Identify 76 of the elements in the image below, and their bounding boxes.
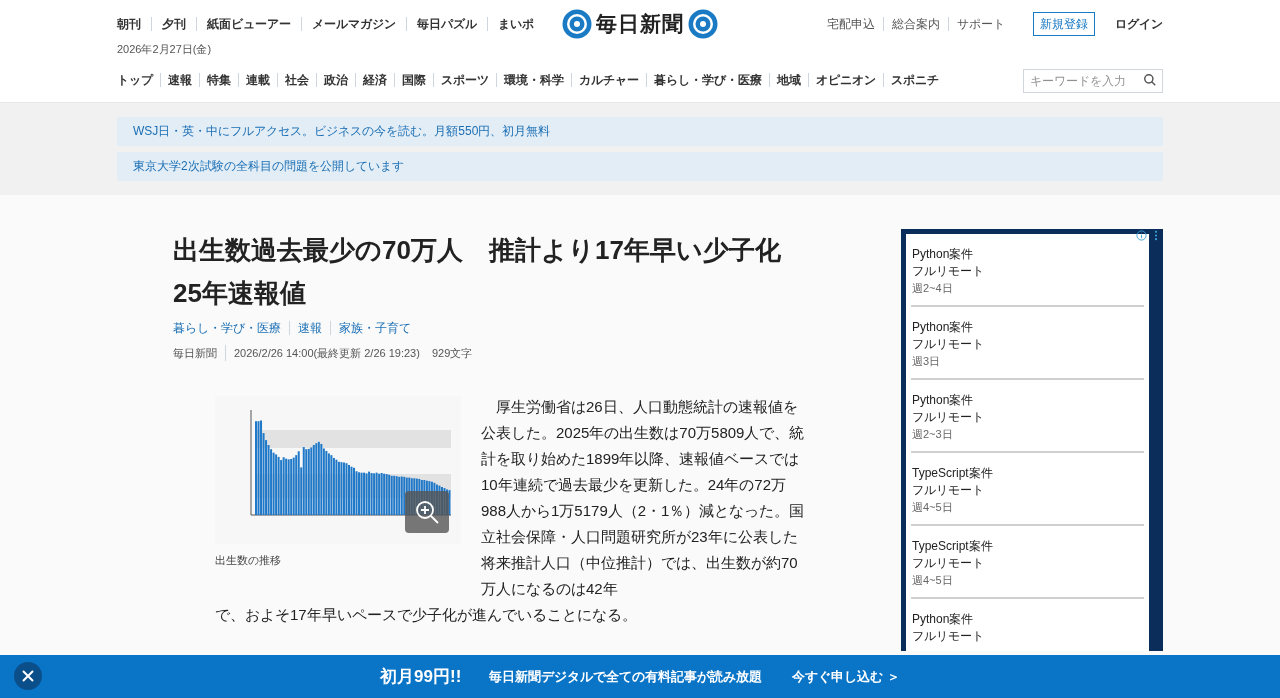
nav-link[interactable]: 国際 — [395, 71, 433, 89]
site-logo[interactable]: 毎日新聞 — [595, 8, 685, 40]
promo-link[interactable]: 東京大学2次試験の全科目の問題を公開しています — [117, 152, 1163, 181]
logo-emblem-icon — [688, 9, 719, 39]
article-body: で、およそ17年早いペースで少子化が進んでいることになる。 — [215, 604, 638, 625]
article-title: 出生数過去最少の70万人 推計より17年早い少子化 25年速報値 — [173, 234, 782, 310]
listing-title: TypeScript案件 — [912, 465, 994, 482]
listing-subtitle: フルリモート — [912, 263, 985, 280]
nav-link[interactable]: 特集 — [200, 71, 238, 89]
listing-subtitle: フルリモート — [912, 336, 985, 353]
tag-link[interactable]: 家族・子育て — [331, 319, 419, 337]
listing-title: Python案件 — [912, 319, 975, 336]
service-link[interactable]: 総合案内 — [884, 15, 948, 33]
top-link[interactable]: メールマガジン — [302, 15, 406, 33]
ad-listing[interactable]: TypeScript案件 フルリモート 週4~5日 — [911, 524, 1144, 597]
article-timestamp: 2026/2/26 14:00(最終更新 2/26 19:23) — [233, 346, 420, 361]
nav-link[interactable]: 社会 — [278, 71, 316, 89]
listing-days: 週2~3日 — [912, 426, 1143, 443]
figure-caption: 出生数の推移 — [215, 552, 282, 568]
top-link[interactable]: 朝刊 — [117, 15, 151, 33]
info-icon[interactable] — [1136, 230, 1147, 241]
tag-link[interactable]: 暮らし・学び・医療 — [173, 319, 289, 337]
nav-link[interactable]: スポニチ — [884, 71, 946, 89]
article-body: 厚生労働省は26日、人口動態統計の速報値を公表した。2025年の出生数は70万5809人で、統計を取り始めた1899年以降、速報値ベースでは10年連続で過去最少を更新した。24年の72万988人から1万5179人（2・1％）減となった。国立社会保障・人口問題研究所が23年に公表した将来推計人口（中位推計）では、出生数が約70万人になるのは42年 — [481, 396, 806, 599]
nav-link[interactable]: カルチャー — [572, 71, 646, 89]
nav-link[interactable]: 環境・科学 — [497, 71, 571, 89]
listing-title: Python案件 — [912, 392, 975, 409]
nav-link[interactable]: 速報 — [161, 71, 199, 89]
listing-days: 週4~5日 — [912, 499, 1143, 516]
close-icon — [22, 670, 34, 682]
article-source: 毎日新聞 — [173, 346, 218, 361]
register-button[interactable]: 新規登録 — [1033, 12, 1095, 36]
search-field[interactable]: キーワードを入力 — [1023, 68, 1163, 93]
current-date: 2026年2月27日(金) — [117, 44, 213, 54]
nav-link[interactable]: 政治 — [317, 71, 355, 89]
listing-title: TypeScript案件 — [912, 538, 994, 555]
listing-days: 週3日 — [912, 353, 1143, 370]
nav-link[interactable]: トップ — [117, 71, 160, 89]
top-link[interactable]: 夕刊 — [152, 15, 196, 33]
nav-link[interactable]: 連載 — [239, 71, 277, 89]
tag-link[interactable]: 速報 — [290, 319, 330, 337]
listing-subtitle: フルリモート — [912, 482, 985, 499]
nav-link[interactable]: 暮らし・学び・医療 — [647, 71, 769, 89]
ad-listing[interactable]: Python案件 フルリモート — [911, 597, 1144, 651]
ad-listing[interactable]: Python案件 フルリモート 週2~4日 — [911, 234, 1144, 305]
close-button[interactable] — [14, 662, 42, 690]
subscribe-link[interactable]: 今すぐ申し込む ＞ — [792, 666, 900, 687]
promo-link[interactable]: WSJ日・英・中にフルアクセス。ビジネスの今を読む。月額550円、初月無料 — [117, 117, 1163, 146]
listing-days: 週2~4日 — [912, 280, 1143, 297]
nav-link[interactable]: 地域 — [770, 71, 808, 89]
nav-link[interactable]: オピニオン — [809, 71, 883, 89]
top-link[interactable]: 紙面ビューアー — [197, 15, 301, 33]
character-count: 929文字 — [430, 346, 473, 361]
service-link[interactable]: 宅配申込 — [827, 15, 883, 33]
magnifier-plus-icon — [414, 498, 440, 525]
top-link[interactable]: まいポ — [488, 15, 544, 33]
ad-listing[interactable]: TypeScript案件 フルリモート 週4~5日 — [911, 451, 1144, 524]
nav-link[interactable]: 経済 — [356, 71, 394, 89]
service-link[interactable]: サポート — [949, 15, 1013, 33]
ad-listing[interactable]: Python案件 フルリモート 週2~3日 — [911, 378, 1144, 451]
logo-emblem-icon — [561, 9, 592, 39]
banner-price: 初月99円!! — [380, 665, 462, 688]
top-link[interactable]: 毎日パズル — [407, 15, 487, 33]
nav-link[interactable]: スポーツ — [434, 71, 496, 89]
more-options-icon[interactable] — [1153, 230, 1159, 241]
login-link[interactable]: ログイン — [1115, 15, 1163, 33]
listing-subtitle: フルリモート — [912, 555, 985, 572]
listing-subtitle: フルリモート — [912, 409, 985, 426]
zoom-button[interactable] — [405, 490, 449, 533]
search-icon[interactable] — [1143, 72, 1157, 87]
listing-subtitle: フルリモート — [912, 628, 985, 645]
banner-message: 毎日新聞デジタルで全ての有料記事が読み放題 — [489, 667, 763, 686]
listing-days: 週4~5日 — [912, 572, 1143, 589]
listing-title: Python案件 — [912, 246, 975, 263]
listing-title: Python案件 — [912, 611, 975, 628]
ad-listing[interactable]: Python案件 フルリモート 週3日 — [911, 305, 1144, 378]
